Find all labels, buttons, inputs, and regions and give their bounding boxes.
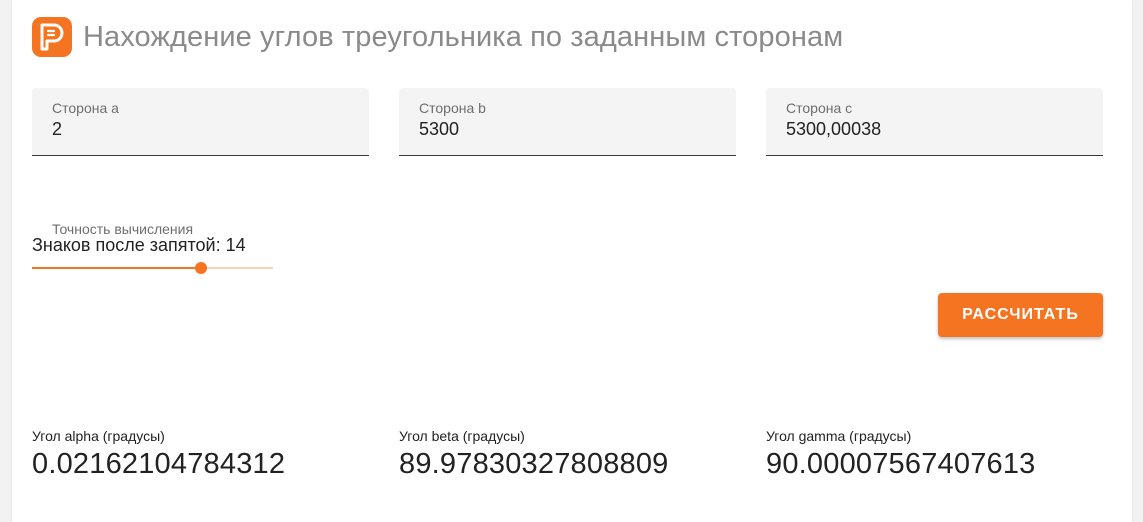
side-c-label: Сторона c <box>786 100 853 116</box>
calculate-button[interactable]: РАССЧИТАТЬ <box>938 293 1103 337</box>
page-header: Нахождение углов треугольника по заданны… <box>32 16 843 58</box>
side-c-input[interactable] <box>786 119 1086 140</box>
side-a-label: Сторона a <box>52 100 119 116</box>
result-alpha-label: Угол alpha (градусы) <box>32 428 165 444</box>
side-b-input[interactable] <box>419 119 719 140</box>
side-a-field[interactable]: Сторона a <box>32 88 369 156</box>
precision-value-text: Знаков после запятой: 14 <box>32 235 246 255</box>
result-beta-label: Угол beta (градусы) <box>399 428 525 444</box>
slider-thumb[interactable] <box>194 262 207 274</box>
result-beta: Угол beta (градусы) 89.97830327808809 <box>399 428 669 481</box>
result-alpha-value: 0.02162104784312 <box>32 448 286 480</box>
result-gamma-label: Угол gamma (градусы) <box>766 428 912 444</box>
result-alpha: Угол alpha (градусы) 0.02162104784312 <box>32 428 285 481</box>
side-b-field[interactable]: Сторона b <box>399 88 736 156</box>
side-a-input[interactable] <box>52 119 352 140</box>
precision-slider[interactable] <box>32 262 273 274</box>
side-c-field[interactable]: Сторона c <box>766 88 1103 156</box>
result-gamma: Угол gamma (градусы) 90.00007567407613 <box>766 428 1036 481</box>
result-gamma-value: 90.00007567407613 <box>766 448 1036 480</box>
result-beta-value: 89.97830327808809 <box>399 448 669 480</box>
p-logo-icon <box>32 17 72 57</box>
page-title: Нахождение углов треугольника по заданны… <box>83 20 844 53</box>
calculator-card: Нахождение углов треугольника по заданны… <box>12 0 1132 522</box>
side-b-label: Сторона b <box>419 100 486 116</box>
slider-fill <box>32 267 201 269</box>
